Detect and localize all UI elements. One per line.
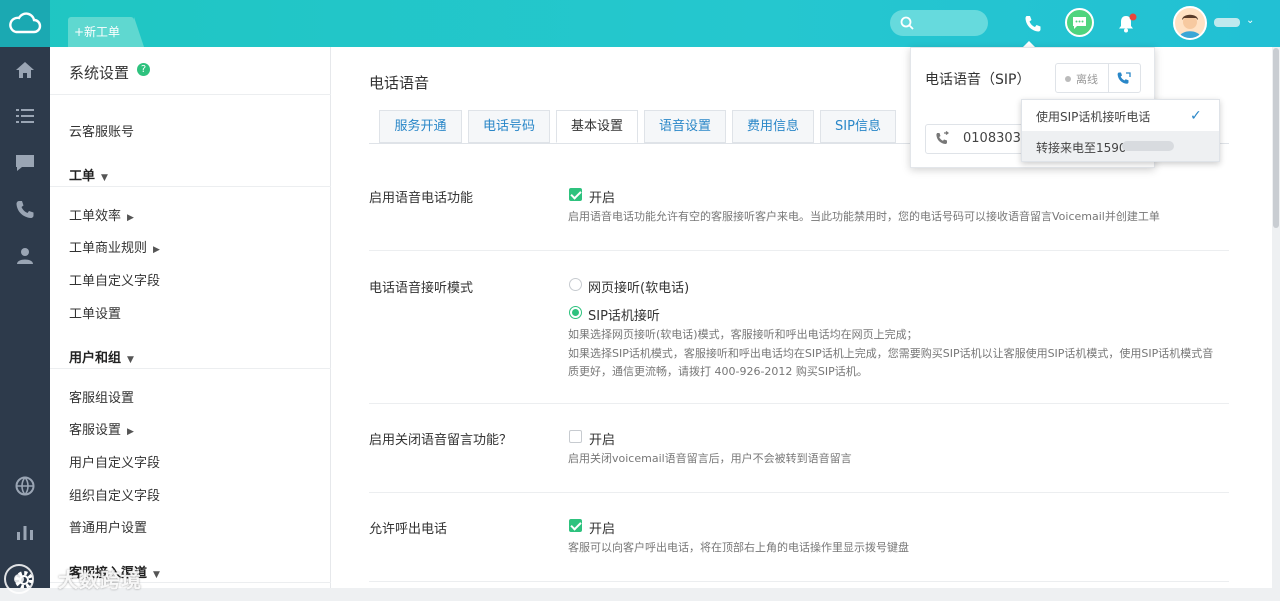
radio-web-answer[interactable] — [569, 278, 582, 291]
scrollbar-thumb[interactable] — [1273, 48, 1279, 228]
check-icon: ✓ — [1190, 108, 1202, 124]
search-icon — [900, 16, 914, 30]
setting-label-answer-mode: 电话语音接听模式 — [369, 281, 474, 296]
checkbox-label: 开启 — [589, 522, 616, 537]
menu-item-forward-call[interactable]: 转接来电至1590 — [1022, 131, 1219, 161]
setting-description: 启用语音电话功能允许有空的客服接听客户来电。当此功能禁用时，您的电话号码可以接收… — [568, 210, 1160, 223]
cloud-logo-icon — [9, 12, 42, 34]
answer-mode-dropdown: 使用SIP话机接听电话 ✓ 转接来电至1590 — [1021, 99, 1220, 162]
divider — [369, 403, 1229, 404]
message-icon[interactable] — [13, 151, 37, 175]
setting-label-outbound: 允许呼出电话 — [369, 522, 448, 537]
setting-description: 如果选择网页接听(软电话)模式，客服接听和呼出电话均在网页上完成； — [568, 328, 918, 341]
status-toggle[interactable]: 离线 — [1055, 63, 1141, 93]
nav-item-agent-group-settings[interactable]: 客服组设置 — [69, 387, 134, 406]
new-ticket-button[interactable]: +新工单 — [68, 17, 144, 47]
menu-item-label: 转接来电至1590 — [1036, 141, 1127, 155]
divider — [1108, 64, 1109, 92]
redacted-number — [1122, 141, 1174, 151]
app-sidebar — [0, 47, 50, 601]
checkbox-voice-enable[interactable] — [569, 188, 582, 201]
tab-basic-settings[interactable]: 基本设置 — [556, 110, 638, 143]
nav-item-ticket-business-rules[interactable]: 工单商业规则 ▶ — [69, 237, 160, 256]
divider — [50, 94, 331, 95]
username[interactable] — [1214, 18, 1240, 27]
status-text: 离线 — [1076, 73, 1098, 86]
nav-item-user-custom-fields[interactable]: 用户自定义字段 — [69, 452, 160, 471]
phone-transfer-icon — [936, 131, 949, 144]
checkbox-label: 开启 — [589, 191, 616, 206]
tab-billing-info[interactable]: 费用信息 — [732, 110, 814, 143]
chat-button[interactable] — [1065, 8, 1094, 37]
tab-phone-numbers[interactable]: 电话号码 — [468, 110, 550, 143]
phone-icon[interactable] — [13, 198, 37, 222]
checkbox-outbound[interactable] — [569, 519, 582, 532]
divider — [50, 368, 331, 369]
globe-icon[interactable] — [13, 474, 37, 498]
watermark-logo-icon — [4, 564, 34, 594]
menu-item-label: 使用SIP话机接听电话 — [1036, 110, 1151, 124]
list-icon[interactable] — [13, 104, 37, 128]
status-dot — [1065, 76, 1071, 82]
checkbox-voicemail[interactable] — [569, 430, 582, 443]
popup-title: 电话语音（SIP） — [925, 72, 1031, 88]
setting-description: 如果选择SIP话机模式，客服接听和呼出电话均在SIP话机上完成，您需要购买SIP… — [568, 347, 1214, 360]
divider — [369, 581, 1229, 582]
nav-title: 系统设置 — [69, 64, 130, 82]
chevron-down-icon[interactable]: ⌄ — [1246, 15, 1254, 26]
setting-description: 启用关闭voicemail语音留言后，用户不会被转到语音留言 — [568, 452, 852, 465]
help-icon[interactable]: ? — [137, 63, 150, 76]
nav-item-ticket-settings[interactable]: 工单设置 — [69, 303, 121, 322]
page-title: 电话语音 — [369, 74, 430, 92]
bell-icon[interactable] — [1113, 11, 1139, 37]
nav-item-agent-settings[interactable]: 客服设置 ▶ — [69, 419, 134, 438]
user-icon[interactable] — [13, 244, 37, 268]
sip-phone-icon[interactable] — [1115, 70, 1133, 88]
notification-dot — [1129, 13, 1137, 21]
watermark-text: 大数跨境 — [58, 568, 142, 592]
nav-section-users-groups[interactable]: 用户和组 ▼ — [69, 347, 134, 366]
nav-section-tickets[interactable]: 工单 ▼ — [69, 165, 108, 184]
divider — [369, 250, 1229, 251]
radio-label: SIP话机接听 — [588, 309, 660, 324]
setting-label-voice-enable: 启用语音电话功能 — [369, 191, 474, 206]
radio-label: 网页接听(软电话) — [588, 281, 690, 296]
tab-voice-settings[interactable]: 语音设置 — [644, 110, 726, 143]
settings-nav: 系统设置 ? 云客服账号 工单 ▼ 工单效率 ▶ 工单商业规则 ▶ 工单自定义字段 工… — [50, 47, 331, 601]
logo-area[interactable] — [0, 0, 50, 47]
phone-number: 01083035 — [963, 131, 1030, 146]
checkbox-label: 开启 — [589, 433, 616, 448]
nav-item-end-user-settings[interactable]: 普通用户设置 — [69, 517, 147, 536]
menu-item-sip-answer[interactable]: 使用SIP话机接听电话 ✓ — [1022, 100, 1219, 131]
bottom-strip — [0, 588, 1280, 601]
setting-description: 质更好，通信更流畅，请拨打 400-926-2012 购买SIP话机。 — [568, 365, 868, 378]
setting-description: 客服可以向客户呼出电话，将在顶部右上角的电话操作里显示拨号键盘 — [568, 541, 909, 554]
nav-item-ticket-efficiency[interactable]: 工单效率 ▶ — [69, 205, 134, 224]
setting-label-voicemail: 启用关闭语音留言功能？ — [369, 433, 513, 448]
home-icon[interactable] — [13, 58, 37, 82]
nav-item-ticket-custom-fields[interactable]: 工单自定义字段 — [69, 270, 160, 289]
nav-item-org-custom-fields[interactable]: 组织自定义字段 — [69, 485, 160, 504]
phone-icon[interactable] — [1020, 11, 1046, 37]
avatar[interactable] — [1173, 6, 1207, 40]
nav-item-account[interactable]: 云客服账号 — [69, 121, 134, 140]
tab-service-activation[interactable]: 服务开通 — [379, 110, 462, 143]
search-input[interactable] — [890, 10, 988, 36]
radio-sip-answer[interactable] — [569, 306, 582, 319]
tab-sip-info[interactable]: SIP信息 — [820, 110, 896, 143]
divider — [369, 492, 1229, 493]
chat-icon — [1073, 17, 1086, 29]
divider — [50, 186, 331, 187]
bar-chart-icon[interactable] — [13, 520, 37, 544]
